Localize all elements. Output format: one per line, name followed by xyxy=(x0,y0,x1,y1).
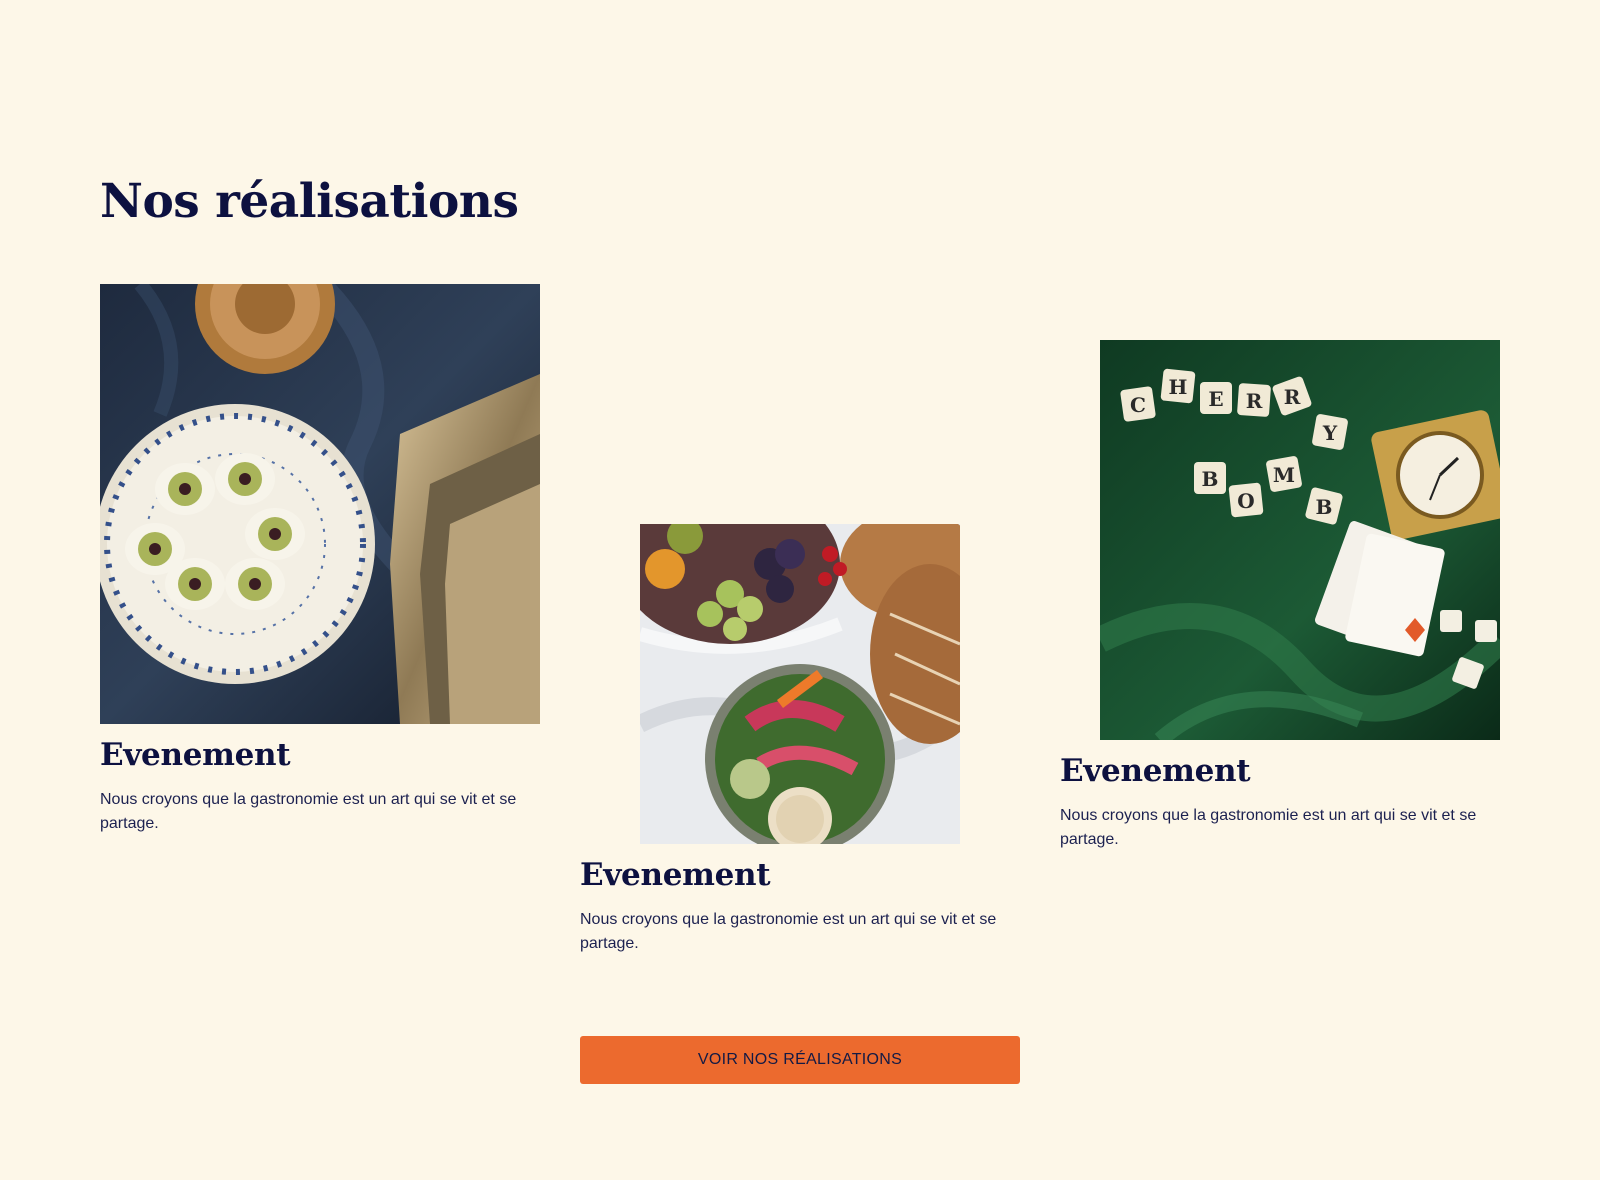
section-title: Nos réalisations xyxy=(100,174,519,229)
project-card-description: Nous croyons que la gastronomie est un a… xyxy=(580,911,997,952)
svg-text:B: B xyxy=(1202,467,1219,491)
svg-text:H: H xyxy=(1169,375,1188,399)
project-card-title[interactable]: Evenement xyxy=(1060,751,1251,791)
svg-text:R: R xyxy=(1246,389,1263,413)
svg-text:E: E xyxy=(1208,387,1223,411)
project-image-fruit-bread[interactable] xyxy=(640,524,960,844)
project-card-description: Nous croyons que la gastronomie est un a… xyxy=(100,791,517,832)
svg-text:C: C xyxy=(1130,393,1146,417)
project-card-description: Nous croyons que la gastronomie est un a… xyxy=(1060,807,1477,848)
project-card-title[interactable]: Evenement xyxy=(580,855,771,895)
svg-text:Y: Y xyxy=(1322,421,1338,445)
view-projects-button[interactable]: VOIR NOS RÉALISATIONS xyxy=(580,1036,1020,1084)
project-image-cherry-bomb[interactable]: C H E R R Y B O M B xyxy=(1100,340,1500,740)
project-image-deviled-eggs[interactable] xyxy=(100,284,540,724)
svg-text:M: M xyxy=(1273,463,1295,487)
svg-text:R: R xyxy=(1284,385,1301,409)
project-card-title[interactable]: Evenement xyxy=(100,735,291,775)
svg-text:B: B xyxy=(1316,495,1333,519)
svg-text:O: O xyxy=(1237,489,1254,513)
